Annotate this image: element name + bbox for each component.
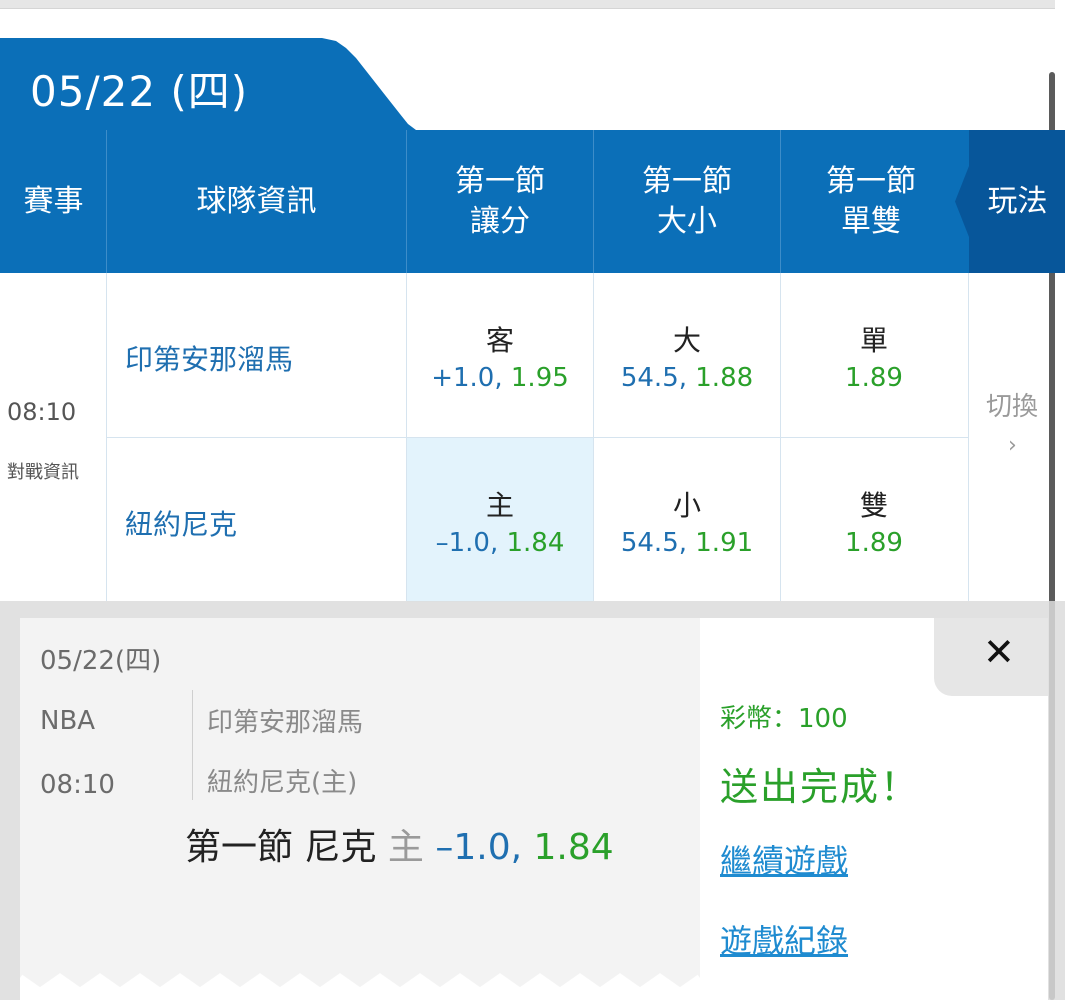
date-tab-label: 05/22 (四): [30, 67, 249, 116]
header-event: 賽事: [23, 183, 84, 219]
odds-label: 小: [672, 489, 701, 522]
away-team: 印第安那溜馬: [125, 343, 294, 376]
odds-oddeven-even[interactable]: 雙 1.89: [781, 438, 967, 602]
odds-label: 大: [672, 324, 701, 357]
ticket-team1: 印第安那溜馬: [207, 708, 364, 738]
ticket-divider: [192, 690, 193, 800]
odds-label: 客: [485, 324, 514, 357]
header-q1-handicap: 第一節 讓分: [455, 163, 545, 239]
odds-total-under[interactable]: 小 54.5, 1.91: [594, 438, 780, 602]
switch-play-button[interactable]: 切換: [986, 386, 1038, 423]
table-header: 賽事 球隊資訊 第一節 讓分 第一節 大小 第一節 單雙 玩法: [0, 130, 1065, 273]
bet-odds: 1.84: [533, 827, 614, 868]
odds-handicap-away[interactable]: 客 +1.0, 1.95: [407, 273, 593, 437]
odds-label: 主: [485, 489, 514, 522]
bet-side: 主: [387, 827, 424, 868]
odds-value: 1.95: [510, 363, 569, 393]
odds-value: 1.91: [695, 528, 754, 558]
vs-info-link[interactable]: 對戰資訊: [7, 458, 79, 484]
odds-line: +1.0,: [431, 363, 503, 393]
odds-oddeven-odd[interactable]: 單 1.89: [781, 273, 967, 437]
header-q1-oddeven: 第一節 單雙: [826, 163, 916, 239]
odds-line: –1.0,: [435, 528, 499, 558]
bet-prefix: 第一節 尼克: [185, 827, 377, 868]
ticket-bet-summary: 第一節 尼克 主 –1.0, 1.84: [185, 818, 614, 870]
odds-value: 1.88: [695, 363, 754, 393]
header-play-type: 玩法: [987, 183, 1048, 219]
continue-game-link[interactable]: 繼續遊戲: [720, 836, 848, 882]
credit-amount: 彩幣：100: [720, 704, 848, 734]
ticket-date: 05/22(四): [40, 646, 162, 676]
odds-handicap-home[interactable]: 主 –1.0, 1.84: [407, 438, 593, 602]
odds-value: 1.89: [845, 363, 903, 393]
match-time: 08:10: [7, 398, 77, 426]
ticket-time: 08:10: [40, 770, 115, 800]
odds-label: 單: [859, 324, 888, 357]
home-team: 紐約尼克: [125, 508, 238, 541]
ticket-league: NBA: [40, 706, 96, 736]
submit-done-message: 送出完成！: [720, 765, 921, 809]
ticket-zigzag-edge: [20, 973, 700, 1000]
odds-total-over[interactable]: 大 54.5, 1.88: [594, 273, 780, 437]
odds-line: 54.5,: [620, 363, 687, 393]
top-bar: [0, 0, 1055, 9]
odds-label: 雙: [859, 489, 888, 522]
chevron-right-icon: ›: [1008, 433, 1017, 458]
odds-value: 1.89: [845, 528, 903, 558]
odds-value: 1.84: [506, 528, 565, 558]
header-q1-total: 第一節 大小: [642, 163, 732, 239]
bet-ticket: 05/22(四) NBA 08:10 印第安那溜馬 紐約尼克(主) 第一節 尼克…: [20, 618, 700, 1000]
header-team-info: 球隊資訊: [196, 183, 317, 219]
game-history-link[interactable]: 遊戲紀錄: [720, 916, 848, 962]
odds-line: 54.5,: [620, 528, 687, 558]
match-rows: 08:10 對戰資訊 印第安那溜馬 紐約尼克 客 +1.0, 1.95 主 –1…: [0, 273, 1065, 602]
bet-line: –1.0,: [435, 827, 523, 868]
close-icon[interactable]: ✕: [983, 630, 1015, 674]
ticket-team2: 紐約尼克(主): [207, 768, 358, 798]
bet-confirmation-panel: 05/22(四) NBA 08:10 印第安那溜馬 紐約尼克(主) 第一節 尼克…: [20, 618, 1048, 1000]
